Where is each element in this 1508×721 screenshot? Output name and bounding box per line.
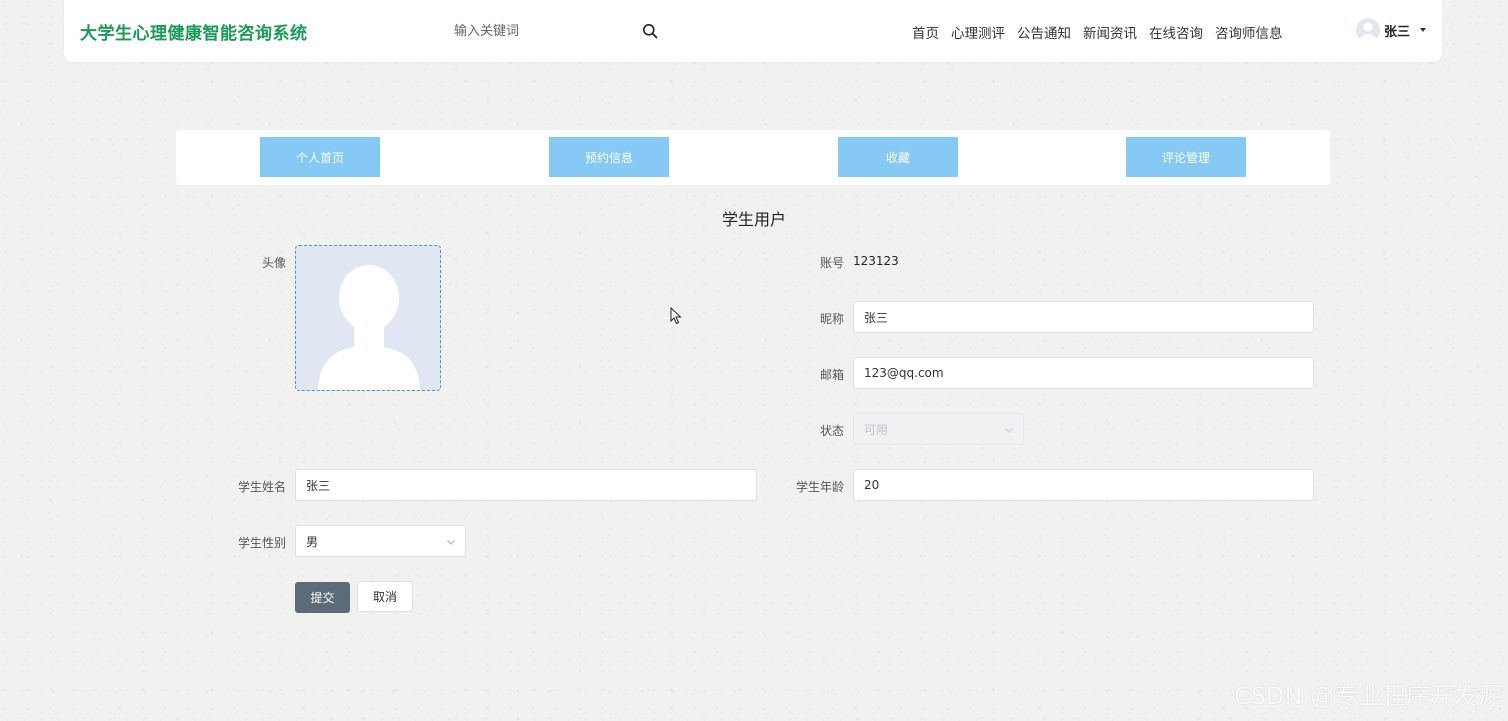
account-label: 账号: [819, 256, 844, 270]
nav-item-assessment[interactable]: 心理测评: [951, 22, 1005, 42]
nickname-input[interactable]: [853, 301, 1314, 333]
student-name-label: 学生姓名: [237, 480, 286, 494]
avatar-upload[interactable]: [295, 245, 441, 391]
tab-personal-home[interactable]: 个人首页: [260, 137, 380, 177]
top-header: 大学生心理健康智能咨询系统 首页 心理测评 公告通知 新闻资讯 在线咨询 咨询师…: [64, 0, 1442, 62]
tab-favorites[interactable]: 收藏: [838, 137, 958, 177]
tab-comment-management[interactable]: 评论管理: [1126, 137, 1246, 177]
avatar-placeholder-icon: [318, 265, 420, 390]
chevron-down-icon: [447, 540, 455, 545]
user-name: 张三: [1384, 24, 1411, 40]
chevron-down-icon: [1005, 428, 1013, 433]
nickname-label: 昵称: [819, 312, 844, 326]
status-value: 可用: [864, 422, 889, 437]
nav-item-notices[interactable]: 公告通知: [1017, 22, 1071, 42]
submit-button[interactable]: 提交: [295, 582, 350, 613]
user-menu[interactable]: 张三: [1356, 18, 1427, 42]
caret-down-icon: [1420, 28, 1427, 32]
status-label: 状态: [819, 424, 844, 438]
profile-tabs: 个人首页 预约信息 收藏 评论管理: [176, 130, 1330, 185]
tab-appointments[interactable]: 预约信息: [549, 137, 669, 177]
email-label: 邮箱: [819, 368, 844, 382]
avatar-label: 头像: [261, 256, 286, 270]
student-gender-select[interactable]: 男: [295, 525, 466, 557]
student-age-label: 学生年龄: [795, 480, 844, 494]
cancel-button[interactable]: 取消: [357, 581, 413, 612]
account-value: 123123: [853, 254, 899, 268]
search-bar: [454, 16, 666, 46]
student-gender-label: 学生性别: [237, 536, 286, 550]
nav-item-online-consult[interactable]: 在线咨询: [1149, 22, 1203, 42]
nav-item-counselor-info[interactable]: 咨询师信息: [1215, 22, 1283, 42]
nav-item-home[interactable]: 首页: [912, 22, 939, 42]
search-icon[interactable]: [642, 23, 658, 39]
avatar: [1356, 18, 1380, 42]
main-nav: 首页 心理测评 公告通知 新闻资讯 在线咨询 咨询师信息: [912, 22, 1295, 42]
search-input[interactable]: [454, 16, 634, 46]
email-input[interactable]: [853, 357, 1314, 389]
page-title: 学生用户: [721, 210, 786, 229]
student-name-input[interactable]: [295, 469, 757, 501]
student-gender-value: 男: [306, 534, 319, 549]
watermark: CSDN @专业程序开发源: [1233, 682, 1502, 710]
nav-item-news[interactable]: 新闻资讯: [1083, 22, 1137, 42]
site-brand[interactable]: 大学生心理健康智能咨询系统: [80, 19, 308, 44]
status-select: 可用: [853, 413, 1024, 445]
student-age-input[interactable]: [853, 469, 1314, 501]
mouse-cursor-icon: [670, 307, 682, 325]
